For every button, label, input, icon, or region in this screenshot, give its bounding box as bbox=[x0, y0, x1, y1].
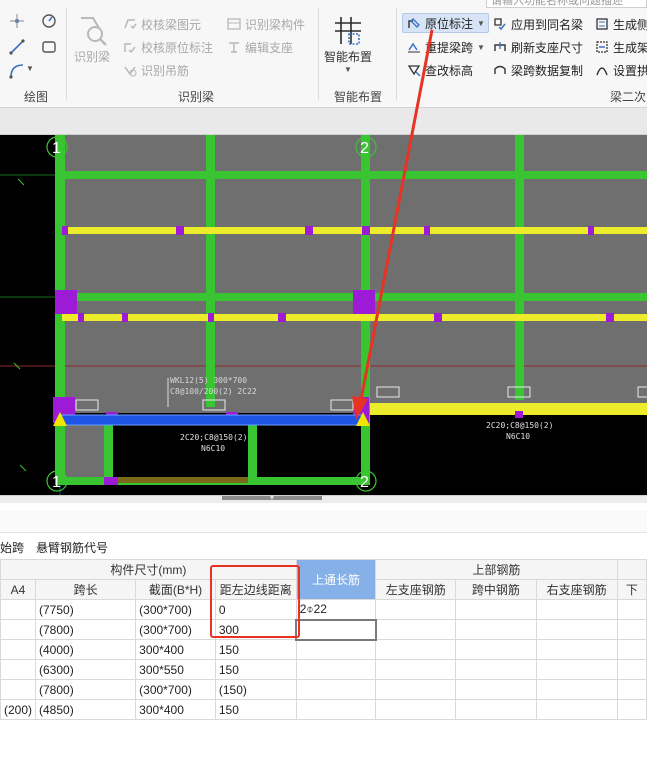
cell-dist[interactable]: 0 bbox=[214, 599, 297, 620]
cell-span[interactable]: (7800) bbox=[35, 679, 137, 700]
table-row[interactable]: (6300) 300*550 150 bbox=[0, 659, 647, 680]
cell-span[interactable]: (6300) bbox=[35, 659, 137, 680]
table-row[interactable]: (4000) 300*400 150 bbox=[0, 639, 647, 660]
app-window: 请输入功能名称或问题描述 ▼ 绘图 识别梁 校核梁图元 识别梁构件 校核原位标注… bbox=[0, 0, 647, 774]
cell-dist[interactable]: 150 bbox=[214, 639, 297, 660]
cell-dist[interactable]: 300 bbox=[214, 619, 297, 640]
col-next[interactable]: 下 bbox=[616, 579, 647, 600]
cell-mid-span[interactable] bbox=[455, 599, 537, 620]
cell-next[interactable] bbox=[616, 699, 647, 720]
cell-section[interactable]: 300*400 bbox=[135, 699, 216, 720]
col-section[interactable]: 截面(B*H) bbox=[135, 579, 216, 600]
cell-section[interactable]: (300*700) bbox=[135, 679, 216, 700]
cell-a4[interactable] bbox=[0, 639, 37, 660]
top-through-header[interactable]: 上通长筋 bbox=[295, 559, 377, 600]
cell-right-support[interactable] bbox=[535, 699, 618, 720]
cell-span[interactable]: (4000) bbox=[35, 639, 137, 660]
splitter-handle[interactable]: ▼ bbox=[222, 493, 322, 502]
col-a4[interactable]: A4 bbox=[0, 579, 37, 600]
col-span-length[interactable]: 跨长 bbox=[35, 579, 137, 600]
col-mid-span[interactable]: 跨中钢筋 bbox=[455, 579, 537, 600]
cell-span[interactable]: (4850) bbox=[35, 699, 137, 720]
cell-right-support[interactable] bbox=[535, 599, 618, 620]
start-span-button[interactable]: 始跨 bbox=[0, 539, 24, 556]
cell-span[interactable]: (7800) bbox=[35, 619, 137, 640]
cell-top-through[interactable] bbox=[295, 659, 377, 680]
cell-right-support[interactable] bbox=[535, 679, 618, 700]
cell-next[interactable] bbox=[616, 679, 647, 700]
arrow-shaft bbox=[358, 29, 434, 406]
table-toolbar: 始跨 悬臂钢筋代号 bbox=[0, 511, 647, 555]
cell-a4[interactable] bbox=[0, 619, 37, 640]
cell-section[interactable]: (300*700) bbox=[135, 599, 216, 620]
cell-left-support[interactable] bbox=[375, 659, 457, 680]
cell-span[interactable]: (7750) bbox=[35, 599, 137, 620]
cell-a4[interactable] bbox=[0, 659, 37, 680]
cell-left-support[interactable] bbox=[375, 699, 457, 720]
cell-a4[interactable] bbox=[0, 599, 37, 620]
cell-top-through[interactable] bbox=[295, 679, 377, 700]
arrow-head bbox=[352, 396, 368, 420]
cell-next[interactable] bbox=[616, 639, 647, 660]
span-table: 构件尺寸(mm) 上通长筋 上部钢筋 A4 跨长 截面(B*H) 距左边线距离 … bbox=[0, 559, 647, 720]
cell-left-support[interactable] bbox=[375, 679, 457, 700]
table-row[interactable]: (7800) (300*700) 300 bbox=[0, 618, 647, 641]
cell-left-support[interactable] bbox=[375, 639, 457, 660]
cell-left-support[interactable] bbox=[375, 619, 457, 640]
cantilever-code-button[interactable]: 悬臂钢筋代号 bbox=[36, 539, 108, 556]
cell-right-support[interactable] bbox=[535, 659, 618, 680]
cell-right-support[interactable] bbox=[535, 619, 618, 640]
cell-mid-span[interactable] bbox=[455, 659, 537, 680]
cell-mid-span[interactable] bbox=[455, 679, 537, 700]
cell-dist[interactable]: (150) bbox=[214, 679, 297, 700]
col-left-support[interactable]: 左支座钢筋 bbox=[375, 579, 457, 600]
cell-a4[interactable]: (200) bbox=[0, 699, 37, 720]
cell-top-through-editing[interactable] bbox=[295, 618, 377, 641]
cell-top-through[interactable] bbox=[295, 639, 377, 660]
table-row[interactable]: (7800) (300*700) (150) bbox=[0, 679, 647, 700]
cell-section[interactable]: (300*700) bbox=[135, 619, 216, 640]
panel-splitter[interactable]: ▼ bbox=[0, 493, 647, 503]
cell-right-support[interactable] bbox=[535, 639, 618, 660]
cell-top-through[interactable]: 2⌽22 bbox=[295, 599, 377, 620]
col-dist-left-edge[interactable]: 距左边线距离 bbox=[214, 579, 297, 600]
cell-mid-span[interactable] bbox=[455, 619, 537, 640]
cell-top-through[interactable] bbox=[295, 699, 377, 720]
annotation-arrow bbox=[352, 29, 434, 420]
header-spacer bbox=[616, 559, 647, 580]
col-right-support[interactable]: 右支座钢筋 bbox=[535, 579, 618, 600]
cell-section[interactable]: 300*400 bbox=[135, 639, 216, 660]
cell-next[interactable] bbox=[616, 599, 647, 620]
cell-a4[interactable] bbox=[0, 679, 37, 700]
span-table-panel: 始跨 悬臂钢筋代号 构件尺寸(mm) 上通长筋 上部钢筋 A4 跨长 截面(B*… bbox=[0, 503, 647, 774]
table-group-header-row: 构件尺寸(mm) 上通长筋 上部钢筋 bbox=[0, 559, 647, 600]
cell-section[interactable]: 300*550 bbox=[135, 659, 216, 680]
table-row[interactable]: (7750) (300*700) 0 2⌽22 bbox=[0, 599, 647, 620]
cell-mid-span[interactable] bbox=[455, 639, 537, 660]
table-row[interactable]: (200) (4850) 300*400 150 bbox=[0, 699, 647, 720]
cell-left-support[interactable] bbox=[375, 599, 457, 620]
cell-mid-span[interactable] bbox=[455, 699, 537, 720]
cell-dist[interactable]: 150 bbox=[214, 699, 297, 720]
top-rebar-header: 上部钢筋 bbox=[375, 559, 618, 580]
collapse-icon: ▼ bbox=[268, 493, 276, 502]
member-size-header: 构件尺寸(mm) bbox=[0, 559, 297, 580]
cell-next[interactable] bbox=[616, 619, 647, 640]
cell-dist[interactable]: 150 bbox=[214, 659, 297, 680]
cell-next[interactable] bbox=[616, 659, 647, 680]
